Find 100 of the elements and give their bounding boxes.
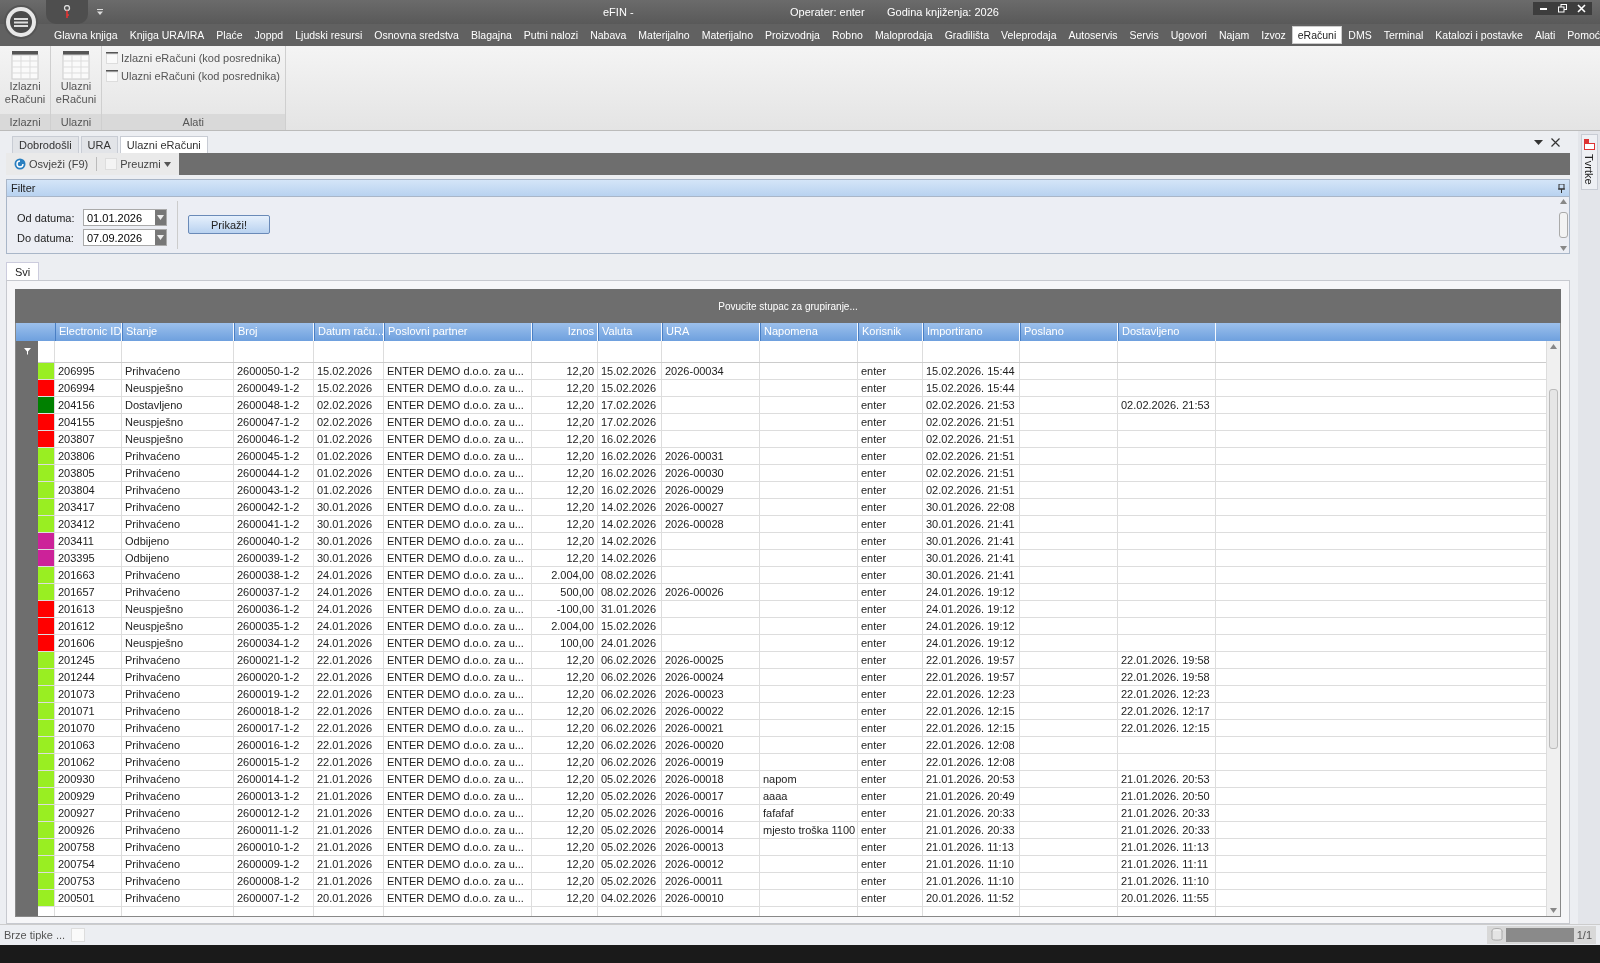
table-cell: 16.02.2026	[601, 450, 657, 462]
table-cell: 15.02.2026	[601, 620, 657, 632]
table-cell: fafafaf	[763, 807, 794, 819]
table-cell: 2026-00022	[665, 705, 724, 717]
table-cell: 2600019-1-2	[237, 688, 300, 700]
table-cell: 15.02.2026	[317, 365, 373, 377]
menu-tab[interactable]: Izvoz	[1255, 26, 1292, 44]
menu-tab[interactable]: Terminal	[1377, 26, 1430, 44]
menu-tab[interactable]: Maloprodaja	[868, 26, 939, 44]
scroll-up-icon[interactable]	[1550, 344, 1557, 349]
table-cell: 21.01.2026	[317, 773, 373, 785]
menu-tab[interactable]: Plaće	[210, 26, 249, 44]
side-tab[interactable]: Tvrtke	[1580, 134, 1598, 190]
table-cell: 15.02.2026	[601, 365, 657, 377]
table-cell: 12,20	[566, 467, 594, 479]
menu-tab[interactable]: Robno	[825, 26, 869, 44]
dropdown-icon[interactable]	[1534, 138, 1543, 147]
table-cell: 2026-00011	[665, 875, 723, 887]
table-cell: 24.01.2026	[317, 603, 373, 615]
table-cell: 22.01.2026. 19:57	[926, 671, 1015, 683]
table-cell: ENTER DEMO d.o.o. za u...	[387, 365, 524, 377]
table-cell: 22.01.2026. 19:58	[1121, 671, 1210, 683]
table-cell: 21.01.2026. 11:13	[926, 841, 1014, 853]
ribbon-button[interactable]: Ulazni eRačuni (kod posrednika)	[106, 70, 281, 82]
status-field	[1505, 928, 1574, 942]
show-button[interactable]: Prikaži!	[188, 215, 270, 234]
restore-icon[interactable]	[1558, 4, 1567, 13]
pin-icon[interactable]	[1558, 183, 1565, 193]
key-icon[interactable]	[63, 5, 71, 19]
menu-tab[interactable]: Veleprodaja	[995, 26, 1063, 44]
table-cell: 22.01.2026	[317, 756, 373, 768]
table-cell: 203806	[58, 450, 95, 462]
menu-tab[interactable]: Glavna knjiga	[48, 26, 124, 44]
table-cell: ENTER DEMO d.o.o. za u...	[387, 552, 524, 564]
menu-tab[interactable]: Ugovori	[1164, 26, 1213, 44]
table-cell: ENTER DEMO d.o.o. za u...	[387, 518, 524, 530]
table-cell: 2026-00023	[665, 688, 724, 700]
scroll-thumb[interactable]	[1549, 389, 1558, 749]
caret-icon[interactable]	[163, 161, 171, 167]
dropdown-icon[interactable]	[96, 8, 104, 16]
document-tab[interactable]: Dobrodošli	[12, 136, 79, 153]
menu-tab[interactable]: Putni nalozi	[517, 26, 585, 44]
toolbar-button[interactable]: Preuzmi	[101, 158, 175, 170]
menu-tab[interactable]: DMS	[1342, 26, 1378, 44]
grid-tab[interactable]: Svi	[6, 262, 40, 280]
table-cell: 22.01.2026	[317, 688, 373, 700]
toolbar-button[interactable]: Osvježi (F9)	[10, 158, 93, 170]
table-cell: 30.01.2026. 21:41	[926, 518, 1015, 530]
table-cell: ENTER DEMO d.o.o. za u...	[387, 484, 524, 496]
menu-tab[interactable]: Ljudski resursi	[289, 26, 369, 44]
ribbon-button[interactable]: Izlazni eRačuni	[4, 50, 46, 114]
table-cell: Prihvaćeno	[125, 773, 181, 785]
scroll-down-icon[interactable]	[1550, 908, 1557, 913]
table-cell: 2600046-1-2	[237, 433, 300, 445]
table-cell: enter	[861, 773, 887, 785]
table-cell: 200758	[58, 841, 95, 853]
year-label: Godina knjiženja: 2026	[887, 6, 999, 18]
table-cell: 2026-00030	[665, 467, 724, 479]
menu-tab[interactable]: Pomoć	[1561, 26, 1600, 44]
menu-tab[interactable]: Osnovna sredstva	[368, 26, 465, 44]
table-cell: 22.01.2026. 12:15	[926, 705, 1015, 717]
menu-tab[interactable]: Katalozi i postavke	[1429, 26, 1529, 44]
table-cell: 24.01.2026. 19:12	[926, 637, 1015, 649]
ribbon-button[interactable]: Ulazni eRačuni	[55, 50, 97, 114]
scroll-down-icon[interactable]	[1559, 246, 1567, 251]
scroll-thumb[interactable]	[1558, 212, 1568, 238]
table-cell: 12,20	[566, 518, 594, 530]
table-cell: Neuspješno	[125, 620, 184, 632]
table-cell: 12,20	[566, 688, 594, 700]
menu-tab[interactable]: Gradilišta	[938, 26, 996, 44]
menu-tab[interactable]: Knjiga URA/IRA	[123, 26, 211, 44]
menu-tab[interactable]: eRačuni	[1291, 26, 1343, 44]
menu-tab[interactable]: Najam	[1212, 26, 1256, 44]
menu-tab[interactable]: Proizvodnja	[759, 26, 826, 44]
table-cell: 2600014-1-2	[237, 773, 300, 785]
menu-tab[interactable]: Servis	[1123, 26, 1165, 44]
menu-tab[interactable]: Joppd	[248, 26, 290, 44]
menu-tab[interactable]: Materijalno	[632, 26, 696, 44]
table-cell: enter	[861, 654, 887, 666]
table-cell: 203395	[58, 552, 95, 564]
menu-tab[interactable]: Nabava	[584, 26, 633, 44]
document-tab[interactable]: Ulazni eRačuni	[119, 136, 208, 153]
menu-tab[interactable]: Blagajna	[464, 26, 518, 44]
table-cell: 2600017-1-2	[237, 722, 300, 734]
document-tab[interactable]: URA	[80, 136, 118, 153]
table-cell: enter	[861, 637, 887, 649]
menu-tab[interactable]: Alati	[1528, 26, 1562, 44]
menu-tab[interactable]: Autoservis	[1062, 26, 1124, 44]
table-cell: 12,20	[566, 501, 594, 513]
scroll-up-icon[interactable]	[1559, 199, 1567, 204]
menu-tab[interactable]: Materijalno	[695, 26, 760, 44]
table-cell: 2026-00027	[665, 501, 724, 513]
table-cell: ENTER DEMO d.o.o. za u...	[387, 637, 524, 649]
table-cell: 15.02.2026. 15:44	[926, 365, 1015, 377]
table-icon	[106, 70, 118, 82]
table-cell: 21.01.2026. 11:11	[1121, 858, 1209, 870]
table-cell: 05.02.2026	[601, 841, 657, 853]
close-icon[interactable]	[1551, 138, 1560, 147]
ribbon-button[interactable]: Izlazni eRačuni (kod posrednika)	[106, 52, 281, 64]
filter-icon[interactable]	[23, 348, 31, 355]
